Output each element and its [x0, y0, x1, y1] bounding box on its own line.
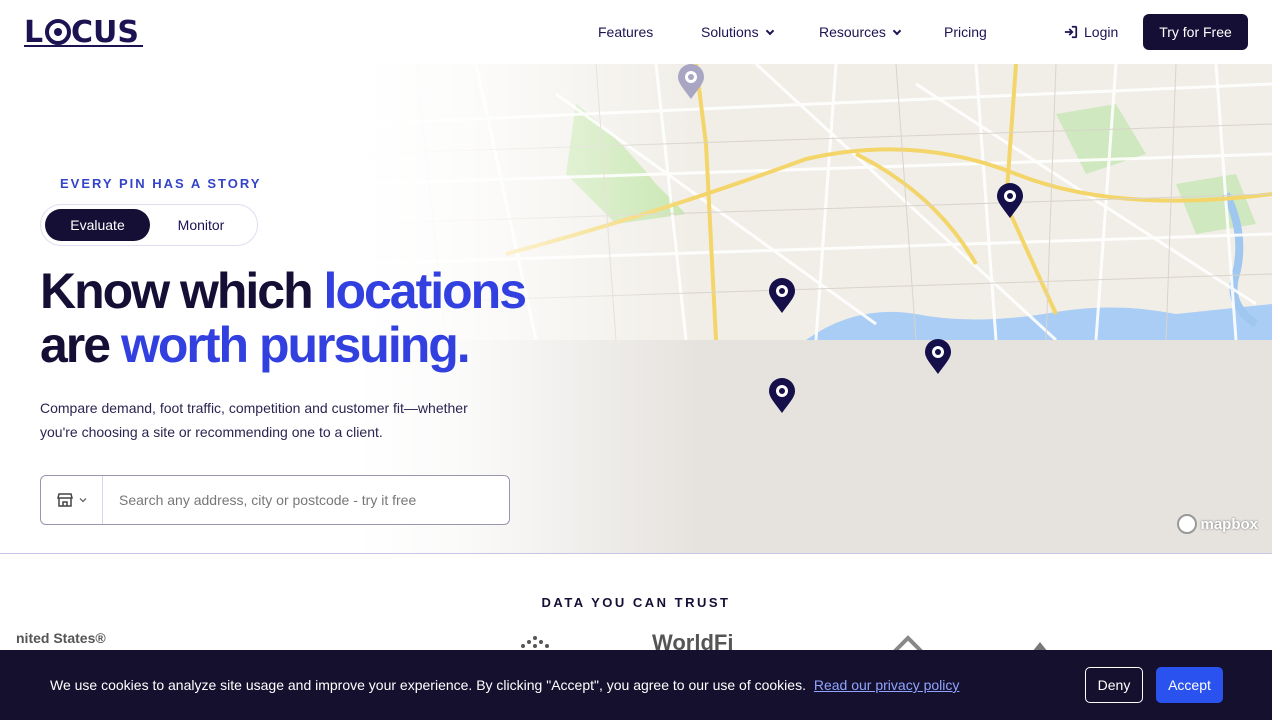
nav-resources-label: Resources	[819, 24, 886, 40]
chevron-down-icon	[79, 498, 86, 503]
search-input[interactable]	[103, 476, 509, 524]
nav-features[interactable]: Features	[598, 24, 653, 40]
chevron-down-icon	[892, 26, 902, 35]
chevron-down-icon	[765, 26, 774, 35]
toggle-evaluate[interactable]: Evaluate	[45, 209, 150, 241]
nav-pricing-label: Pricing	[944, 24, 987, 40]
hero-eyebrow: EVERY PIN HAS A STORY	[60, 176, 262, 191]
mode-toggle: Evaluate Monitor	[40, 204, 258, 246]
nav-features-label: Features	[598, 24, 654, 40]
svg-text:CUS: CUS	[71, 15, 139, 48]
headline-accent2: worth pursuing.	[120, 317, 471, 373]
site-header: L CUS Features Solutions Resources Prici…	[0, 0, 1280, 64]
login-label: Login	[1084, 24, 1119, 40]
partner-logo: nited States®	[16, 630, 106, 646]
nav-solutions-label: Solutions	[701, 24, 759, 40]
store-icon	[56, 493, 73, 507]
locus-logo[interactable]: L CUS	[24, 14, 144, 48]
cookie-message: We use cookies to analyze site usage and…	[50, 677, 959, 693]
map-pin-icon[interactable]	[996, 183, 1024, 219]
toggle-monitor[interactable]: Monitor	[161, 209, 241, 241]
map-pin-icon[interactable]	[768, 278, 796, 314]
nav-resources[interactable]: Resources	[819, 24, 902, 40]
cookie-text: We use cookies to analyze site usage and…	[50, 677, 806, 693]
map-pin-icon[interactable]	[677, 64, 705, 100]
hero-section: mapbox EVERY PIN HAS A STORY Evaluate Mo…	[0, 64, 1272, 554]
nav-solutions[interactable]: Solutions	[701, 24, 774, 40]
login-link[interactable]: Login	[1064, 24, 1118, 40]
headline-accent1: locations	[323, 263, 527, 319]
accept-button[interactable]: Accept	[1156, 667, 1223, 703]
mapbox-logo-icon	[1177, 514, 1198, 534]
nav-pricing[interactable]: Pricing	[944, 24, 987, 40]
hero-headline: Know which locations are worth pursuing.	[40, 264, 600, 372]
trust-title: DATA YOU CAN TRUST	[541, 595, 731, 610]
cookie-banner: We use cookies to analyze site usage and…	[0, 650, 1272, 720]
try-for-free-button[interactable]: Try for Free	[1143, 14, 1248, 50]
headline-part2: are	[40, 317, 121, 373]
svg-text:L: L	[24, 15, 43, 48]
privacy-policy-link[interactable]: Read our privacy policy	[814, 677, 960, 693]
map-pin-icon[interactable]	[924, 339, 952, 375]
locus-logo-mark: L CUS	[24, 15, 143, 48]
headline-part1: Know which	[40, 263, 324, 319]
hero-subtitle: Compare demand, foot traffic, competitio…	[40, 400, 468, 440]
search-type-selector[interactable]	[41, 476, 103, 524]
mapbox-attribution[interactable]: mapbox	[1177, 514, 1258, 534]
deny-button[interactable]: Deny	[1085, 667, 1143, 703]
login-icon	[1064, 25, 1078, 39]
map-pin-icon[interactable]	[768, 378, 796, 414]
mapbox-label: mapbox	[1200, 515, 1258, 533]
address-search	[40, 475, 510, 525]
